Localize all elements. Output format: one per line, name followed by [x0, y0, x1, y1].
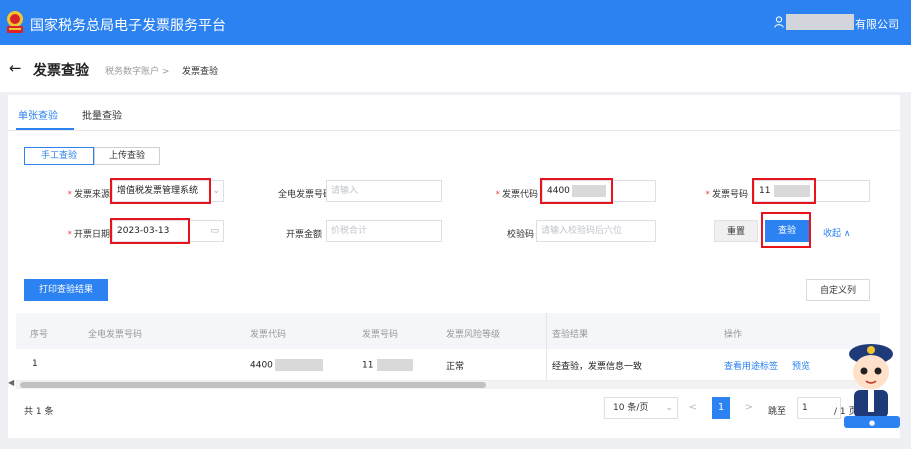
tax-mascot-icon[interactable]: ● [840, 330, 902, 430]
page-header: ← 发票查验 税务数字账户 > 发票查验 [0, 45, 911, 92]
col-fulldigit: 全电发票号码 [88, 330, 143, 340]
cell-index: 1 [32, 359, 38, 369]
preview-link[interactable]: 预览 [792, 359, 810, 372]
chevron-down-icon: ⌄ [212, 186, 220, 196]
app-title: 国家税务总局电子发票服务平台 [30, 18, 226, 34]
breadcrumb-current: 发票查验 [182, 67, 219, 77]
cell-result: 经查验，发票信息一致 [552, 362, 643, 372]
mode-tab-upload[interactable]: 上传查验 [94, 147, 160, 165]
print-results-button[interactable]: 打印查验结果 [24, 279, 108, 301]
user-icon[interactable] [774, 16, 784, 28]
user-name-redacted [786, 14, 854, 30]
highlight-box-query [761, 212, 811, 248]
source-label: * 发票来源 [67, 190, 110, 200]
page-title: 发票查验 [33, 63, 89, 79]
checkcode-input[interactable]: 请输入校验码后六位 [536, 220, 656, 242]
highlight-box-source [110, 178, 211, 204]
total-count: 共 1 条 [24, 407, 54, 417]
scrollbar-thumb[interactable] [20, 382, 486, 388]
custom-columns-button[interactable]: 自定义列 [806, 279, 870, 301]
prev-page-button[interactable]: < [684, 397, 702, 419]
user-company-suffix[interactable]: 有限公司 [855, 16, 899, 32]
breadcrumb-chevron-icon: > [161, 67, 170, 77]
col-result: 查验结果 [552, 330, 589, 340]
main-card: 单张查验 批量查验 手工查验 上传查验 * 发票来源 增值税发票管理系统 ⌄ 全电发… [8, 95, 900, 438]
tab-single-check[interactable]: 单张查验 [18, 107, 58, 122]
tab-divider [8, 130, 900, 131]
highlight-box-code [540, 178, 613, 204]
table-row: 1 4400 11 正常 经查验，发票信息一致 查看用途标签 预览 [16, 349, 880, 381]
cell-code: 4400 [250, 359, 323, 371]
chevron-down-icon: ⌄ [665, 403, 673, 413]
amount-label: 开票金额 [285, 230, 322, 240]
page-size-select[interactable]: 10 条/页 ⌄ [604, 397, 678, 419]
highlight-box-number [752, 178, 816, 204]
col-number: 发票号码 [362, 330, 399, 340]
goto-label: 跳至 [768, 407, 787, 417]
svg-text:●: ● [869, 419, 875, 427]
col-index: 序号 [30, 330, 49, 340]
highlight-box-date [110, 218, 190, 244]
tab-batch-check[interactable]: 批量查验 [82, 107, 122, 122]
col-risk: 发票风险等级 [446, 330, 501, 340]
fulldigit-input[interactable]: 请输入 [326, 180, 442, 202]
reset-button[interactable]: 重置 [714, 220, 758, 242]
next-page-button[interactable]: > [740, 397, 758, 419]
amount-input[interactable]: 价税合计 [326, 220, 442, 242]
checkcode-label: 校验码 [506, 230, 534, 240]
calendar-icon: ▭ [210, 226, 219, 236]
code-label: * 发票代码 [495, 190, 538, 200]
fulldigit-label: 全电发票号码 [277, 190, 332, 200]
top-bar: 国家税务总局电子发票服务平台 有限公司 [0, 0, 911, 45]
mode-tab-manual[interactable]: 手工查验 [24, 147, 94, 165]
cell-number: 11 [362, 359, 414, 371]
page-1-button[interactable]: 1 [712, 397, 730, 419]
number-label: * 发票号码 [705, 190, 748, 200]
tax-emblem-icon [7, 11, 23, 33]
scroll-left-icon[interactable]: ◀ [8, 378, 14, 387]
col-actions: 操作 [724, 330, 743, 340]
collapse-link[interactable]: 收起 ∧ [823, 226, 850, 239]
cell-risk: 正常 [446, 362, 465, 372]
breadcrumb-parent[interactable]: 税务数字账户 > [105, 64, 169, 77]
table-header: 序号 全电发票号码 发票代码 发票号码 发票风险等级 查验结果 操作 [16, 313, 880, 349]
col-code: 发票代码 [250, 330, 287, 340]
date-label: * 开票日期 [67, 230, 110, 240]
back-arrow-icon[interactable]: ← [9, 59, 22, 77]
view-tags-link[interactable]: 查看用途标签 [724, 359, 778, 372]
